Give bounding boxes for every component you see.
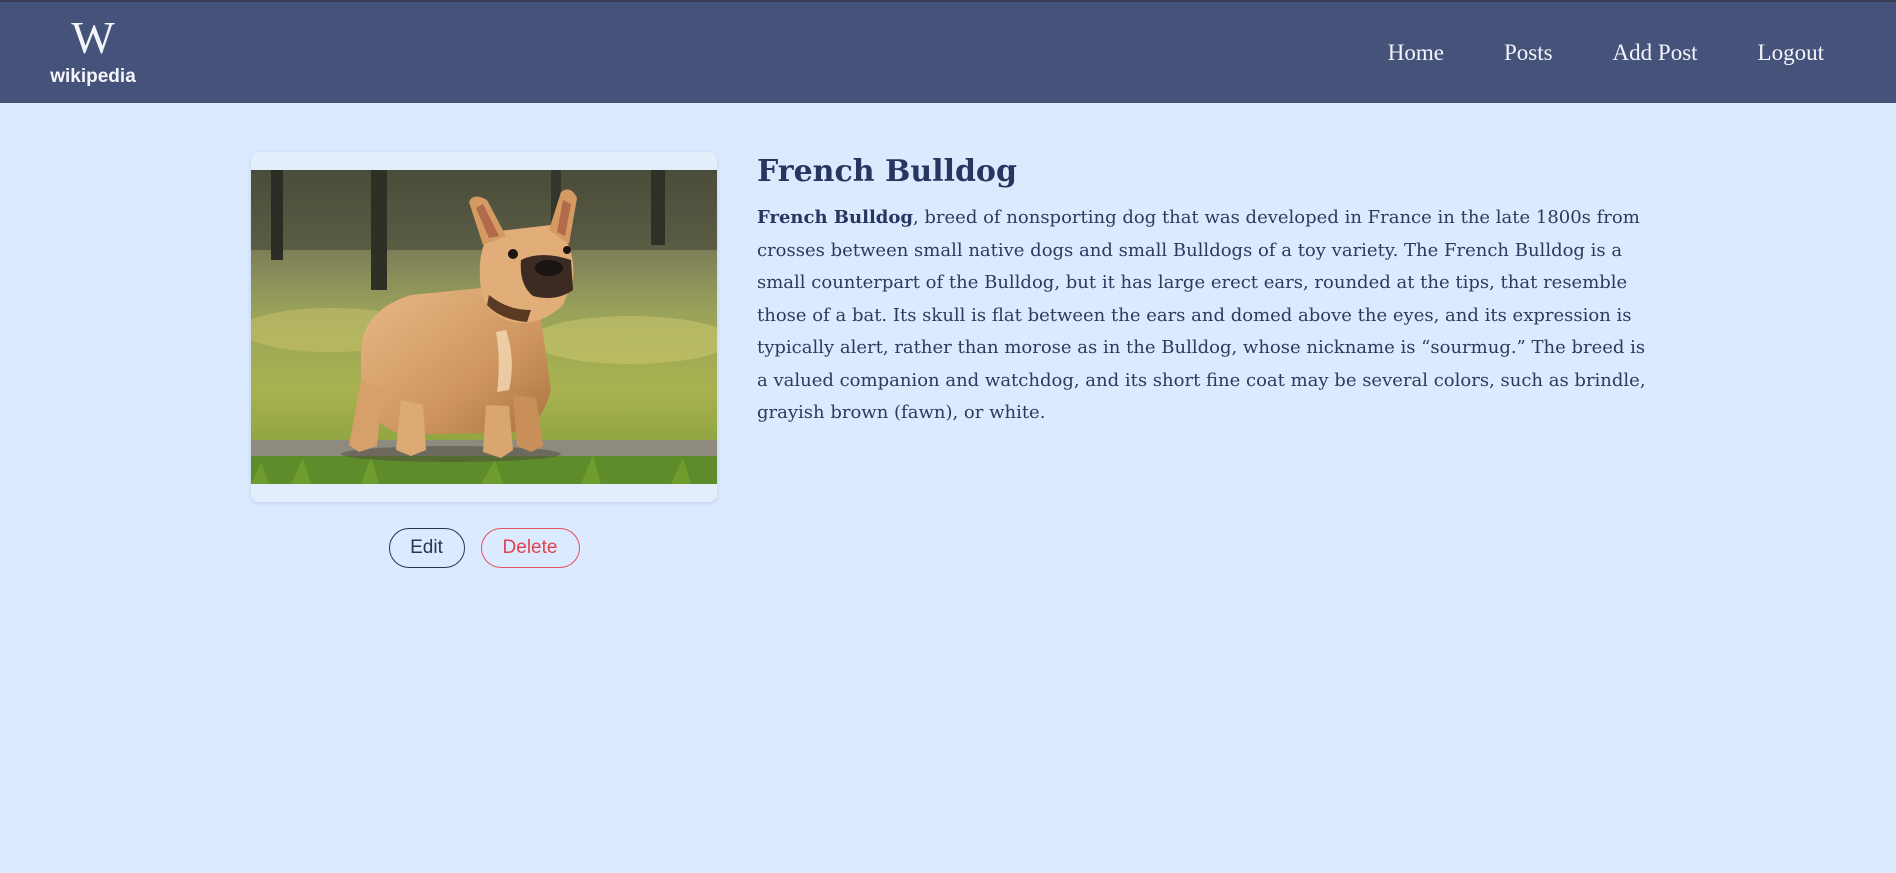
- wikipedia-w-logo-icon: W: [71, 12, 115, 63]
- post-body: French Bulldog, breed of nonsporting dog…: [757, 202, 1657, 430]
- post-lead-bold: French Bulldog: [757, 207, 913, 228]
- logo-text: wikipedia: [50, 66, 136, 87]
- post-image-card: [251, 152, 717, 502]
- post-actions: Edit Delete: [251, 528, 717, 570]
- nav-links: Home Posts Add Post Logout: [1388, 2, 1824, 103]
- delete-button[interactable]: Delete: [480, 528, 580, 568]
- post-article: French Bulldog French Bulldog, breed of …: [757, 150, 1657, 430]
- post-body-text: , breed of nonsporting dog that was deve…: [757, 207, 1646, 423]
- nav-link-home[interactable]: Home: [1388, 40, 1444, 66]
- nav-link-posts[interactable]: Posts: [1504, 40, 1553, 66]
- post-title: French Bulldog: [757, 154, 1017, 189]
- logo[interactable]: W wikipedia: [40, 12, 146, 92]
- edit-button[interactable]: Edit: [388, 528, 465, 568]
- nav-link-add-post[interactable]: Add Post: [1613, 40, 1698, 66]
- nav-link-logout[interactable]: Logout: [1758, 40, 1824, 66]
- navbar: W wikipedia Home Posts Add Post Logout: [0, 2, 1896, 103]
- french-bulldog-photo: [251, 170, 717, 484]
